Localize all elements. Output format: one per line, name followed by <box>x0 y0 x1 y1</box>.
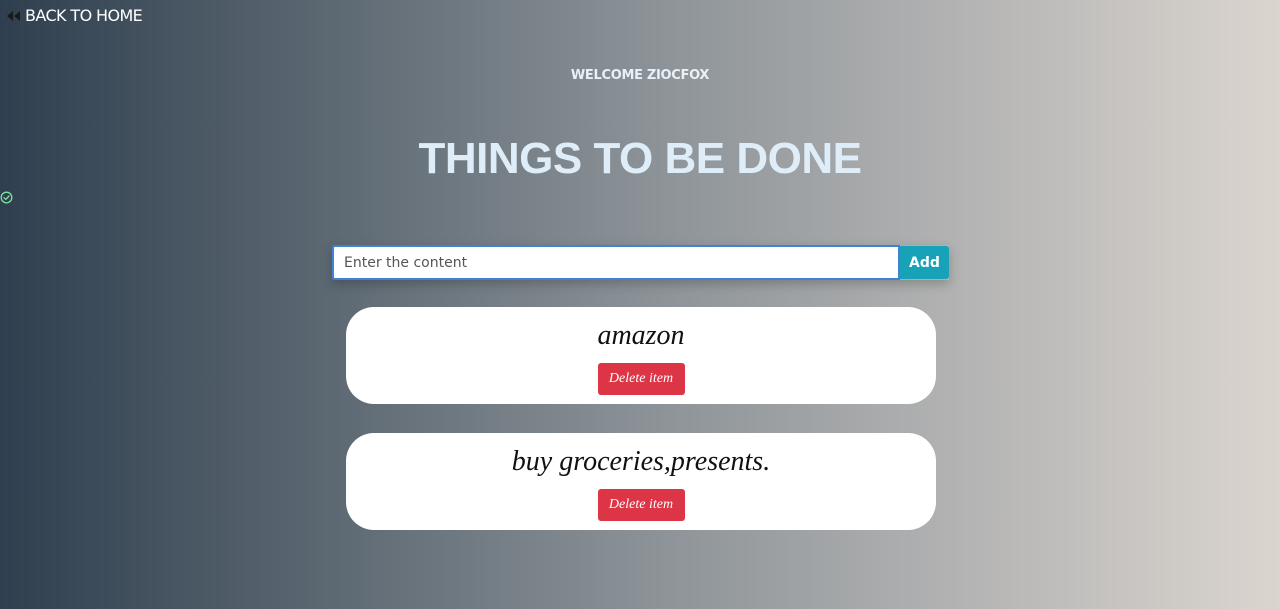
content-input[interactable] <box>332 245 900 280</box>
back-to-home-label: BACK TO HOME <box>25 6 143 25</box>
delete-item-button[interactable]: Delete item <box>597 363 685 395</box>
back-to-home-link[interactable]: BACK TO HOME <box>6 6 143 25</box>
double-chevron-left-icon <box>6 10 21 22</box>
add-todo-form: Add <box>332 245 949 280</box>
delete-item-button[interactable]: Delete item <box>597 489 685 521</box>
todo-text: buy groceries,presents. <box>511 446 771 477</box>
todo-item: buy groceries,presents. Delete item <box>346 433 936 530</box>
page-title: THINGS TO BE DONE <box>418 134 862 183</box>
todo-item: amazon Delete item <box>346 307 936 404</box>
add-button[interactable]: Add <box>900 246 949 279</box>
check-circle-icon <box>0 191 13 204</box>
welcome-message: WELCOME ZIOCFOX <box>570 68 710 83</box>
todo-text: amazon <box>597 320 685 351</box>
